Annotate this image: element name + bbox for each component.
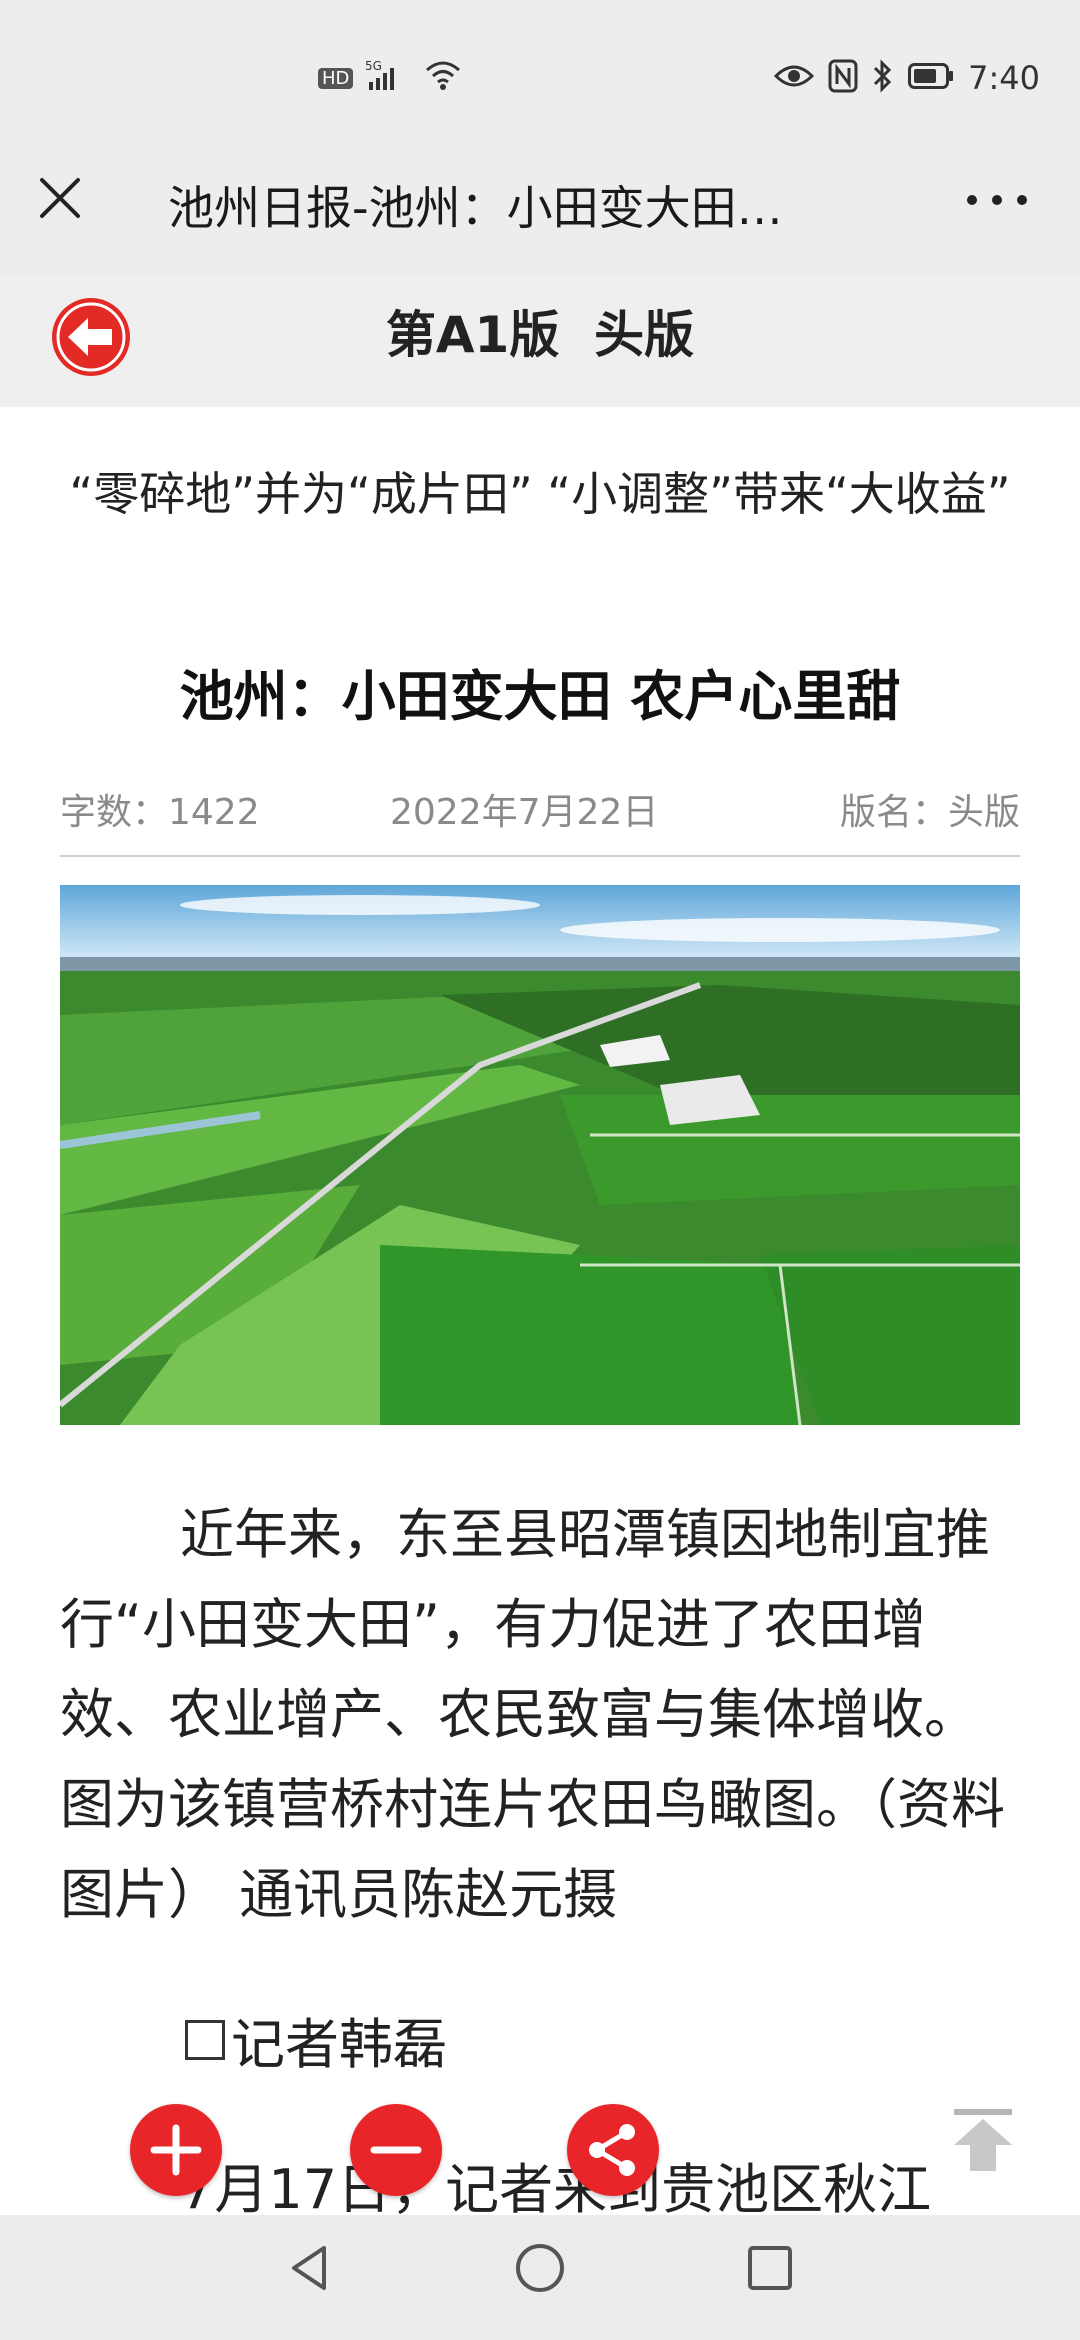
aerial-farmland-photo[interactable] xyxy=(60,885,1020,1425)
nav-back-icon[interactable] xyxy=(280,2238,340,2298)
publish-date: 2022年7月22日 xyxy=(390,792,659,833)
bluetooth-icon xyxy=(872,59,894,97)
status-icons-left: HD 5G xyxy=(318,58,463,98)
reporter-name: 记者韩磊 xyxy=(231,2013,447,2076)
checkbox-glyph xyxy=(185,2019,225,2060)
status-time: 7:40 xyxy=(968,59,1040,97)
more-icon[interactable] xyxy=(962,175,1032,225)
section-name: 版名：头版 xyxy=(839,792,1020,833)
minus-icon xyxy=(370,2146,422,2154)
share-icon xyxy=(589,2124,635,2176)
word-count: 字数：1422 xyxy=(60,792,260,833)
nfc-icon xyxy=(828,59,858,97)
wifi-icon xyxy=(423,58,463,98)
zoom-in-button[interactable] xyxy=(130,2104,222,2196)
byline: 记者韩磊 xyxy=(185,2000,447,2079)
eye-icon xyxy=(774,62,815,94)
article-body-start: 7月17日，记者来到贵池区秋江 xyxy=(180,2158,932,2221)
plus-icon xyxy=(150,2124,202,2176)
nav-recent-icon[interactable] xyxy=(740,2238,800,2298)
status-icons-right: 7:40 xyxy=(774,56,1040,100)
share-button[interactable] xyxy=(567,2104,659,2196)
hd-badge: HD xyxy=(318,67,354,89)
divider xyxy=(60,855,1020,857)
close-icon[interactable] xyxy=(30,168,90,228)
zoom-out-button[interactable] xyxy=(350,2104,442,2196)
nav-home-icon[interactable] xyxy=(510,2238,570,2298)
article-headline: 池州：小田变大田 农户心里甜 xyxy=(179,665,901,728)
article-subtitle: “零碎地”并为“成片田” “小调整”带来“大收益” xyxy=(69,467,1011,521)
edition-label: 第A1版 头版 xyxy=(385,306,695,364)
scroll-to-top-icon[interactable] xyxy=(948,2105,1018,2175)
window-title: 池州日报-池州：小田变大田… xyxy=(168,181,783,235)
photo-caption: 近年来，东至县昭潭镇因地制宜推行“小田变大田”，有力促进了农田增效、农业增产、农… xyxy=(60,1503,1005,1926)
5g-label: 5G xyxy=(365,59,382,73)
signal-icon: 5G xyxy=(365,58,411,98)
battery-icon xyxy=(908,63,954,93)
